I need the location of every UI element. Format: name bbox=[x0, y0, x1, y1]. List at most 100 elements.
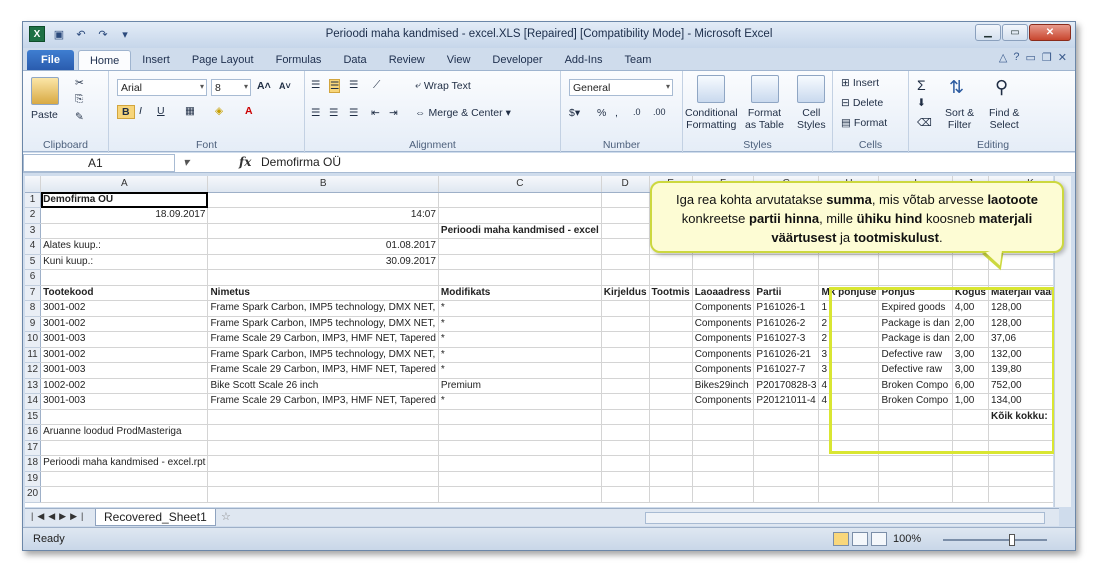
cell[interactable] bbox=[952, 471, 989, 487]
collapse-ribbon-icon[interactable]: △ bbox=[999, 51, 1007, 64]
cell[interactable]: Kogus bbox=[952, 285, 989, 301]
cell[interactable]: * bbox=[438, 347, 602, 363]
cell[interactable] bbox=[649, 269, 693, 286]
merge-center-button[interactable]: ⇔ Merge & Center ▾ bbox=[415, 107, 511, 119]
cell[interactable]: P161026-1 bbox=[753, 300, 820, 317]
cell[interactable]: Components bbox=[692, 300, 755, 317]
select-all-corner[interactable] bbox=[25, 176, 42, 193]
cell[interactable] bbox=[40, 471, 209, 487]
cell[interactable] bbox=[207, 409, 439, 425]
cell[interactable]: Components bbox=[692, 362, 755, 379]
cell[interactable]: Alates kuup.: bbox=[40, 238, 209, 255]
font-color-icon[interactable]: A bbox=[245, 105, 253, 117]
cell[interactable]: Kõik kokku: bbox=[988, 409, 1053, 425]
cell[interactable]: 128,00 bbox=[988, 316, 1053, 332]
align-right-icon[interactable]: ☰ bbox=[349, 107, 358, 119]
cell[interactable]: 128,00 bbox=[988, 300, 1053, 317]
shrink-font-icon[interactable]: A˅ bbox=[279, 81, 291, 91]
row-header[interactable]: 16 bbox=[25, 424, 42, 441]
cell[interactable] bbox=[692, 455, 755, 472]
cell[interactable] bbox=[649, 362, 693, 379]
format-painter-icon[interactable]: ✎ bbox=[75, 111, 84, 123]
cell[interactable] bbox=[818, 254, 880, 270]
paste-icon[interactable] bbox=[31, 77, 59, 105]
align-bottom-icon[interactable]: ☰ bbox=[349, 79, 358, 91]
insert-cells-button[interactable]: ⊞ Insert bbox=[841, 77, 879, 89]
decrease-decimal-icon[interactable]: .00 bbox=[653, 107, 666, 117]
cell[interactable]: * bbox=[438, 300, 602, 317]
tab-developer[interactable]: Developer bbox=[481, 50, 553, 70]
clear-icon[interactable]: ⌫ bbox=[917, 117, 932, 129]
font-name-combo[interactable]: Arial ▾ bbox=[117, 79, 207, 96]
cell[interactable]: 14:07 bbox=[207, 207, 439, 224]
cell[interactable] bbox=[649, 424, 693, 441]
cell[interactable] bbox=[207, 471, 439, 487]
cell[interactable] bbox=[649, 486, 693, 503]
cell[interactable]: 3,00 bbox=[952, 347, 989, 363]
cell[interactable] bbox=[649, 331, 693, 348]
cell[interactable]: 3,00 bbox=[952, 362, 989, 379]
cell[interactable] bbox=[952, 455, 989, 472]
cell[interactable] bbox=[988, 440, 1053, 456]
cell[interactable] bbox=[952, 440, 989, 456]
row-header[interactable]: 7 bbox=[25, 285, 42, 301]
row-header[interactable]: 14 bbox=[25, 393, 42, 410]
increase-decimal-icon[interactable]: .0 bbox=[633, 107, 641, 117]
cell[interactable] bbox=[878, 471, 953, 487]
cell[interactable]: P20170828-3 bbox=[753, 378, 820, 394]
grow-font-icon[interactable]: A˄ bbox=[257, 80, 271, 92]
cell[interactable] bbox=[753, 471, 820, 487]
close-button[interactable]: ✕ bbox=[1029, 24, 1071, 41]
cell[interactable]: 30.09.2017 bbox=[207, 254, 439, 270]
cell[interactable] bbox=[438, 207, 602, 224]
cell[interactable] bbox=[438, 238, 602, 255]
cell[interactable] bbox=[40, 223, 209, 239]
cell[interactable] bbox=[207, 424, 439, 441]
name-box[interactable]: A1 bbox=[23, 154, 175, 172]
row-header[interactable]: 15 bbox=[25, 409, 42, 425]
cell[interactable] bbox=[601, 362, 650, 379]
cell[interactable]: P161027-7 bbox=[753, 362, 820, 379]
cell[interactable]: 3001-002 bbox=[40, 316, 209, 332]
tab-insert[interactable]: Insert bbox=[131, 50, 181, 70]
cell[interactable]: Bike Scott Scale 26 inch bbox=[207, 378, 439, 394]
cell[interactable]: P20121011-4 bbox=[753, 393, 820, 410]
cell[interactable]: Components bbox=[692, 393, 755, 410]
percent-style-icon[interactable]: % bbox=[597, 107, 606, 119]
cell[interactable] bbox=[952, 424, 989, 441]
cell[interactable]: Broken Compo bbox=[878, 393, 953, 410]
cell[interactable] bbox=[818, 455, 880, 472]
tab-review[interactable]: Review bbox=[378, 50, 436, 70]
number-format-combo[interactable]: General ▾ bbox=[569, 79, 673, 96]
cell[interactable] bbox=[692, 269, 755, 286]
cell[interactable]: Modifikats bbox=[438, 285, 602, 301]
cell[interactable]: Expired goods bbox=[878, 300, 953, 317]
tab-add-ins[interactable]: Add-Ins bbox=[554, 50, 614, 70]
fill-icon[interactable]: ⬇ bbox=[917, 97, 926, 109]
cell[interactable]: Frame Spark Carbon, IMP5 technology, DMX… bbox=[207, 347, 439, 363]
cell[interactable]: 4,00 bbox=[952, 300, 989, 317]
cell[interactable] bbox=[601, 409, 650, 425]
cell[interactable] bbox=[952, 486, 989, 503]
row-header[interactable]: 19 bbox=[25, 471, 42, 487]
cell[interactable]: 1002-002 bbox=[40, 378, 209, 394]
zoom-slider-knob[interactable] bbox=[1009, 534, 1015, 546]
cell[interactable]: Partii bbox=[753, 285, 820, 301]
cell[interactable] bbox=[649, 300, 693, 317]
cell[interactable] bbox=[601, 269, 650, 286]
cell[interactable] bbox=[601, 207, 650, 224]
fill-color-icon[interactable]: ◈ bbox=[215, 105, 223, 117]
cell[interactable]: P161027-3 bbox=[753, 331, 820, 348]
decrease-indent-icon[interactable]: ⇤ bbox=[371, 107, 380, 119]
cut-icon[interactable]: ✂ bbox=[75, 77, 84, 89]
column-header[interactable]: B bbox=[207, 176, 439, 193]
cell[interactable]: 37,06 bbox=[988, 331, 1053, 348]
sort-filter-button[interactable]: Sort & Filter bbox=[945, 107, 974, 131]
cell[interactable]: 01.08.2017 bbox=[207, 238, 439, 255]
cell[interactable] bbox=[438, 455, 602, 472]
cell[interactable] bbox=[753, 409, 820, 425]
cell[interactable]: 3 bbox=[818, 362, 880, 379]
cell[interactable]: Frame Spark Carbon, IMP5 technology, DMX… bbox=[207, 316, 439, 332]
font-size-combo[interactable]: 8 ▾ bbox=[211, 79, 251, 96]
cell[interactable] bbox=[878, 440, 953, 456]
